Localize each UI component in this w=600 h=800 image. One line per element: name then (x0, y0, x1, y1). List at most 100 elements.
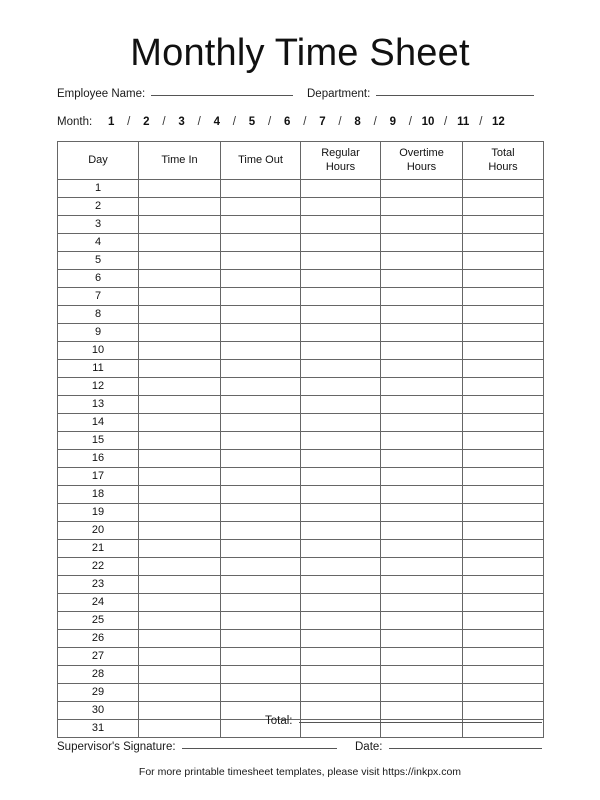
cell-regular-hours[interactable] (300, 449, 381, 468)
cell-overtime-hours[interactable] (380, 251, 463, 270)
month-option-12[interactable]: 12 (491, 116, 505, 128)
cell-time-in[interactable] (138, 647, 221, 666)
cell-time-out[interactable] (220, 575, 301, 594)
month-option-6[interactable]: 6 (280, 116, 294, 128)
cell-regular-hours[interactable] (300, 503, 381, 522)
cell-time-in[interactable] (138, 629, 221, 648)
cell-regular-hours[interactable] (300, 251, 381, 270)
cell-regular-hours[interactable] (300, 413, 381, 432)
cell-time-in[interactable] (138, 539, 221, 558)
cell-time-in[interactable] (138, 683, 221, 702)
cell-total-hours[interactable] (462, 467, 544, 486)
cell-total-hours[interactable] (462, 593, 544, 612)
cell-regular-hours[interactable] (300, 359, 381, 378)
cell-total-hours[interactable] (462, 323, 544, 342)
cell-time-out[interactable] (220, 197, 301, 216)
cell-time-in[interactable] (138, 377, 221, 396)
month-option-4[interactable]: 4 (210, 116, 224, 128)
cell-total-hours[interactable] (462, 683, 544, 702)
cell-overtime-hours[interactable] (380, 539, 463, 558)
cell-time-out[interactable] (220, 539, 301, 558)
cell-regular-hours[interactable] (300, 665, 381, 684)
cell-time-out[interactable] (220, 395, 301, 414)
cell-total-hours[interactable] (462, 611, 544, 630)
cell-time-in[interactable] (138, 359, 221, 378)
cell-time-in[interactable] (138, 521, 221, 540)
cell-time-in[interactable] (138, 413, 221, 432)
cell-time-in[interactable] (138, 197, 221, 216)
cell-time-out[interactable] (220, 503, 301, 522)
cell-total-hours[interactable] (462, 377, 544, 396)
cell-regular-hours[interactable] (300, 377, 381, 396)
cell-time-in[interactable] (138, 287, 221, 306)
cell-total-hours[interactable] (462, 647, 544, 666)
cell-time-out[interactable] (220, 449, 301, 468)
cell-time-in[interactable] (138, 557, 221, 576)
month-option-1[interactable]: 1 (104, 116, 118, 128)
cell-time-in[interactable] (138, 575, 221, 594)
cell-overtime-hours[interactable] (380, 467, 463, 486)
cell-time-out[interactable] (220, 287, 301, 306)
cell-time-in[interactable] (138, 341, 221, 360)
cell-time-out[interactable] (220, 359, 301, 378)
cell-regular-hours[interactable] (300, 233, 381, 252)
cell-time-out[interactable] (220, 683, 301, 702)
cell-total-hours[interactable] (462, 197, 544, 216)
cell-overtime-hours[interactable] (380, 341, 463, 360)
cell-regular-hours[interactable] (300, 269, 381, 288)
cell-overtime-hours[interactable] (380, 647, 463, 666)
cell-time-out[interactable] (220, 305, 301, 324)
cell-total-hours[interactable] (462, 503, 544, 522)
cell-time-in[interactable] (138, 665, 221, 684)
cell-time-out[interactable] (220, 233, 301, 252)
cell-time-in[interactable] (138, 611, 221, 630)
cell-time-in[interactable] (138, 431, 221, 450)
cell-time-out[interactable] (220, 251, 301, 270)
cell-overtime-hours[interactable] (380, 323, 463, 342)
cell-overtime-hours[interactable] (380, 593, 463, 612)
cell-time-out[interactable] (220, 179, 301, 198)
cell-regular-hours[interactable] (300, 467, 381, 486)
cell-regular-hours[interactable] (300, 593, 381, 612)
cell-time-out[interactable] (220, 557, 301, 576)
cell-time-out[interactable] (220, 377, 301, 396)
cell-overtime-hours[interactable] (380, 557, 463, 576)
cell-time-out[interactable] (220, 593, 301, 612)
cell-overtime-hours[interactable] (380, 269, 463, 288)
cell-time-in[interactable] (138, 503, 221, 522)
cell-overtime-hours[interactable] (380, 611, 463, 630)
cell-regular-hours[interactable] (300, 683, 381, 702)
cell-time-out[interactable] (220, 323, 301, 342)
cell-overtime-hours[interactable] (380, 485, 463, 504)
cell-overtime-hours[interactable] (380, 629, 463, 648)
cell-overtime-hours[interactable] (380, 377, 463, 396)
cell-overtime-hours[interactable] (380, 305, 463, 324)
month-option-11[interactable]: 11 (456, 116, 470, 128)
cell-time-in[interactable] (138, 395, 221, 414)
cell-time-out[interactable] (220, 467, 301, 486)
cell-total-hours[interactable] (462, 395, 544, 414)
cell-total-hours[interactable] (462, 359, 544, 378)
month-option-2[interactable]: 2 (139, 116, 153, 128)
cell-total-hours[interactable] (462, 341, 544, 360)
cell-time-out[interactable] (220, 521, 301, 540)
cell-total-hours[interactable] (462, 629, 544, 648)
cell-time-out[interactable] (220, 665, 301, 684)
cell-total-hours[interactable] (462, 575, 544, 594)
cell-time-out[interactable] (220, 647, 301, 666)
cell-total-hours[interactable] (462, 449, 544, 468)
cell-time-in[interactable] (138, 269, 221, 288)
cell-total-hours[interactable] (462, 485, 544, 504)
cell-total-hours[interactable] (462, 665, 544, 684)
cell-total-hours[interactable] (462, 431, 544, 450)
cell-regular-hours[interactable] (300, 539, 381, 558)
month-option-3[interactable]: 3 (175, 116, 189, 128)
cell-regular-hours[interactable] (300, 305, 381, 324)
cell-total-hours[interactable] (462, 233, 544, 252)
cell-overtime-hours[interactable] (380, 233, 463, 252)
date-input[interactable] (388, 748, 542, 749)
cell-total-hours[interactable] (462, 179, 544, 198)
cell-overtime-hours[interactable] (380, 575, 463, 594)
cell-overtime-hours[interactable] (380, 431, 463, 450)
cell-overtime-hours[interactable] (380, 413, 463, 432)
